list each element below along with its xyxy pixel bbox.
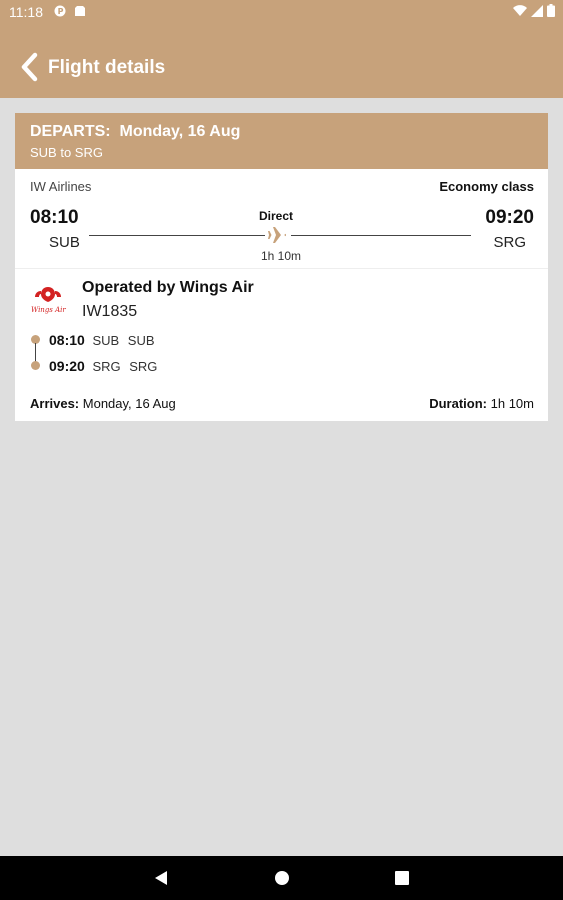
segment-city: SUB: [127, 333, 155, 348]
back-arrow-icon[interactable]: [18, 52, 40, 82]
airplane-icon: [268, 227, 286, 243]
flight-duration: 1h 10m: [261, 249, 302, 263]
route-line-right: [291, 235, 471, 236]
route-text: SUB to SRG: [30, 145, 103, 160]
flight-card: DEPARTS: Monday, 16 Aug SUB to SRG IW Ai…: [15, 113, 548, 421]
notification-icon: P: [54, 5, 66, 17]
page-title: Flight details: [48, 57, 166, 78]
segment-time: 08:10: [49, 332, 85, 348]
departs-label: DEPARTS:: [30, 123, 111, 140]
route-line-left: [89, 235, 265, 236]
timeline-line: [35, 343, 36, 363]
segment-city: SRG: [129, 359, 158, 374]
svg-text:Wings Air: Wings Air: [31, 306, 66, 314]
stops-label: Direct: [259, 209, 294, 223]
segment-arrival: 09:20 SRG SRG: [49, 358, 162, 374]
segment-code: SRG: [92, 359, 121, 374]
airline-name: IW Airlines: [30, 179, 92, 194]
system-nav-bar: [0, 856, 563, 900]
flight-card-header: DEPARTS: Monday, 16 Aug SUB to SRG: [15, 113, 548, 169]
arrives-date: Monday, 16 Aug: [82, 396, 176, 411]
status-bar: 11:18 P: [0, 0, 563, 24]
flight-number: IW1835: [82, 303, 138, 320]
cabin-class: Economy class: [439, 179, 534, 194]
signal-icon: [531, 4, 543, 17]
battery-icon: [547, 4, 555, 17]
wings-air-logo: Wings Air: [31, 287, 66, 314]
arrives-label: Arrives:: [30, 396, 80, 411]
arrival-code: SRG: [493, 234, 526, 251]
nav-back-icon[interactable]: [154, 870, 168, 886]
wifi-icon: [513, 4, 527, 16]
svg-text:P: P: [58, 7, 64, 16]
departure-code: SUB: [49, 234, 80, 251]
departs-date: Monday, 16 Aug: [119, 123, 241, 140]
sd-card-icon: [75, 6, 85, 16]
app-bar: Flight details: [0, 24, 563, 98]
segment-code: SUB: [92, 333, 120, 348]
segment-departure: 08:10 SUB SUB: [49, 332, 160, 348]
arrival-time: 09:20: [485, 207, 534, 228]
segment-time: 09:20: [49, 358, 85, 374]
divider: [15, 268, 548, 269]
arrives-info: Arrives: Monday, 16 Aug: [30, 396, 176, 411]
timeline-dot-arrival: [31, 361, 40, 370]
operated-by: Operated by Wings Air: [82, 279, 254, 296]
duration-label: Duration:: [429, 396, 487, 411]
nav-recents-icon[interactable]: [395, 871, 409, 885]
departure-time: 08:10: [30, 207, 79, 228]
departs-heading: DEPARTS: Monday, 16 Aug: [30, 123, 240, 141]
duration-info: Duration: 1h 10m: [429, 396, 534, 411]
status-time: 11:18: [9, 4, 43, 20]
duration-value: 1h 10m: [490, 396, 534, 411]
nav-home-icon[interactable]: [274, 870, 290, 886]
